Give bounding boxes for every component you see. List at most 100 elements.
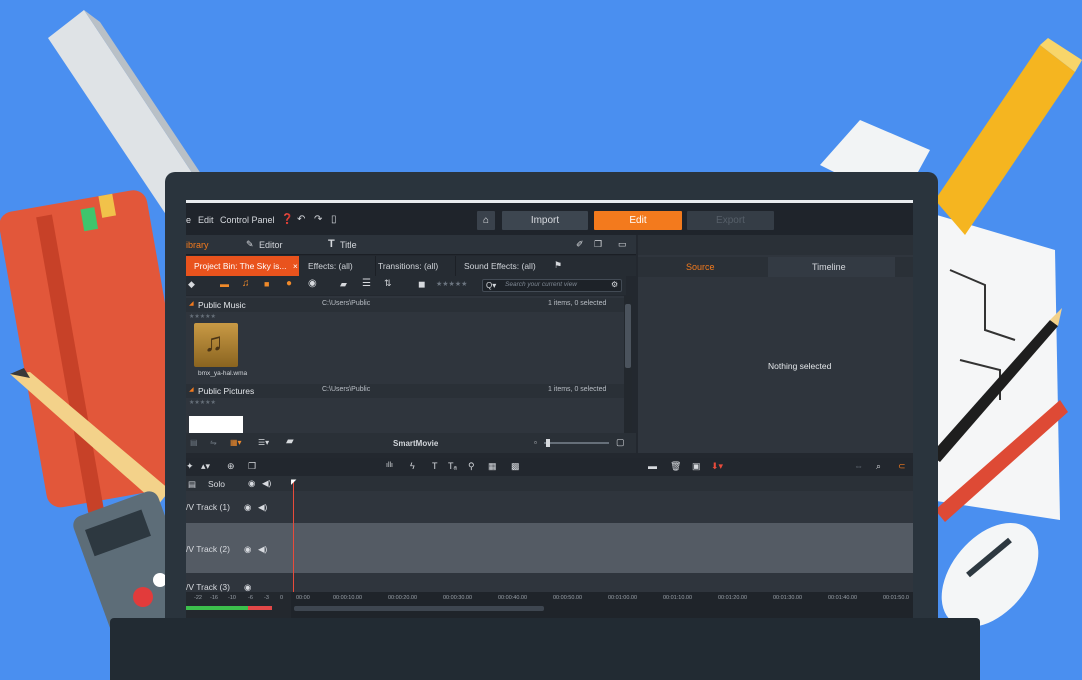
group-rating[interactable]: ★★★★★ [189,399,216,406]
music-clip-thumbnail[interactable]: ♫ [194,323,238,367]
visibility-icon[interactable]: ◉ [244,502,251,513]
solo-label: Solo [208,479,226,489]
snap-icon[interactable]: ⊂ [898,461,906,472]
playhead[interactable] [293,482,294,592]
ruler-label: 00:01:20.00 [718,595,748,601]
footer-icon[interactable]: ▤ [190,438,198,447]
bin-close-icon[interactable]: × [293,261,298,271]
add-bin-icon[interactable]: ⚑ [554,260,562,271]
library-scrollbar[interactable] [624,296,632,433]
edit-tab[interactable]: Edit [594,211,682,230]
tab-timeline[interactable]: Timeline [812,262,846,272]
search-input[interactable]: Search your current view [505,281,577,288]
track-label: /V Track (2) [186,544,230,554]
storyboard-icon[interactable]: ▩ [511,461,520,472]
pin-icon[interactable]: ✐ [576,239,584,250]
bin-project[interactable]: Project Bin: The Sky is... × [186,256,299,276]
search-box[interactable]: Q▾ Search your current view ⚙ [482,279,622,292]
ruler-label: 00:00:30.00 [443,595,473,601]
magnet-icon[interactable]: ⌕ [876,461,881,472]
window-icon[interactable]: ❐ [594,239,602,250]
clip-icon[interactable]: ▬ [648,461,657,471]
tab-timeline-bg[interactable]: Timeline [768,257,895,277]
playhead-marker-icon[interactable]: ◤ [291,478,296,486]
picture-thumbnail[interactable] [189,416,243,433]
tab-editor[interactable]: Editor [259,240,283,250]
footer-icon[interactable]: ⇋ [210,438,217,447]
view-icon[interactable]: ◉ [308,278,317,289]
grid-view-icon[interactable]: ▦▾ [230,438,242,447]
menu-control-panel[interactable]: Control Panel [220,215,275,225]
meter-label: 0 [280,595,284,601]
bin-transitions[interactable]: Transitions: (all) [370,256,456,276]
video-filter-icon[interactable]: ▬ [220,279,229,289]
visibility-icon[interactable]: ◉ [244,544,251,555]
timeline-scrollbar[interactable] [294,606,544,611]
undo-icon[interactable]: ↶ [297,214,305,225]
ruler-label: 00:01:00.00 [608,595,638,601]
ruler-label: 00:01:30.00 [773,595,803,601]
help-icon[interactable]: ❓ [281,214,293,225]
zoom-slider[interactable] [544,442,609,444]
disc-filter-icon[interactable]: ● [286,278,292,289]
redo-icon[interactable]: ↷ [314,214,322,225]
menu-file-partial[interactable]: e [186,215,191,225]
folder-icon[interactable]: ▰ [340,279,347,290]
grid-icon[interactable]: ▦ [488,461,497,472]
group-rating[interactable]: ★★★★★ [189,313,216,320]
tab-source[interactable]: Source [686,262,715,272]
folder-add-icon[interactable]: ▰ [286,436,294,447]
expand-arrow-icon[interactable]: ◢ [189,386,194,393]
bin-effects[interactable]: Effects: (all) [300,256,376,276]
home-button[interactable]: ⌂ [477,211,495,230]
tag-icon[interactable]: ◆ [188,279,195,290]
tab-title[interactable]: Title [340,240,357,250]
speaker-icon[interactable]: ◀) [258,502,267,513]
visibility-icon[interactable]: ◉ [248,478,255,489]
zoom-fit-icon[interactable]: ⇔ [854,461,863,471]
group-header-music[interactable]: ◢ Public Music C:\Users\Public 1 items, … [186,298,626,312]
expand-arrow-icon[interactable]: ◢ [189,300,194,307]
list-view-icon[interactable]: ☰ [362,278,371,289]
zoom-slider-handle[interactable] [546,439,550,447]
smartmovie-button[interactable]: SmartMovie [393,439,438,448]
mic-icon[interactable]: ⚲ [468,461,475,472]
menu-edit[interactable]: Edit [198,215,214,225]
tab-library[interactable]: ibrary [186,240,209,250]
delete-icon[interactable]: 🗑 [670,461,681,472]
film-icon[interactable]: ▣ [692,461,701,472]
audio-icon[interactable]: ıllı [386,462,393,469]
track-row: /V Track (1) ◉ ◀) [186,491,913,523]
track-label: /V Track (1) [186,502,230,512]
layout-icon[interactable]: ▭ [618,239,627,250]
search-options-icon[interactable]: ⚙ [611,280,618,289]
settings-icon[interactable]: ✦ [186,461,194,472]
copy-icon[interactable]: ❐ [248,461,256,472]
speaker-icon[interactable]: ◀) [258,544,267,555]
marker-icon[interactable]: ⬇▾ [711,461,723,472]
rating-filter[interactable]: ★★★★★ [436,280,467,288]
player-header [638,235,913,255]
text-style-icon[interactable]: Tₐ [448,461,457,471]
text-icon[interactable]: T [432,461,438,471]
list-view-icon[interactable]: ☰▾ [258,438,269,447]
scroll-thumb[interactable] [625,304,631,368]
library-footer: ▤ ⇋ ▦▾ ☰▾ ▰ SmartMovie ▫ ▢ [186,433,636,453]
import-tab[interactable]: Import [502,211,588,230]
save-icon[interactable]: ▯ [331,214,337,225]
search-icon: Q▾ [486,281,497,290]
photo-filter-icon[interactable]: ■ [264,279,269,289]
razor-icon[interactable]: ϟ [410,461,415,471]
group-header-pictures[interactable]: ◢ Public Pictures C:\Users\Public 1 item… [186,384,626,398]
tag-filter-icon[interactable]: ◼ [418,279,425,290]
music-filter-icon[interactable]: ♫ [242,278,250,289]
bin-sound-effects[interactable]: Sound Effects: (all) [456,256,548,276]
add-track-icon[interactable]: ⊕ [227,461,235,472]
solo-icon[interactable]: ▤ [188,479,196,490]
track-menu-icon[interactable]: ▴▾ [201,461,210,472]
app-window: e Edit Control Panel ❓ ↶ ↷ ▯ ⌂ Import Ed… [186,200,913,618]
export-tab[interactable]: Export [687,211,774,230]
group-name: Public Music [198,300,246,310]
speaker-icon[interactable]: ◀) [262,478,271,489]
sort-icon[interactable]: ⇅ [384,278,392,289]
